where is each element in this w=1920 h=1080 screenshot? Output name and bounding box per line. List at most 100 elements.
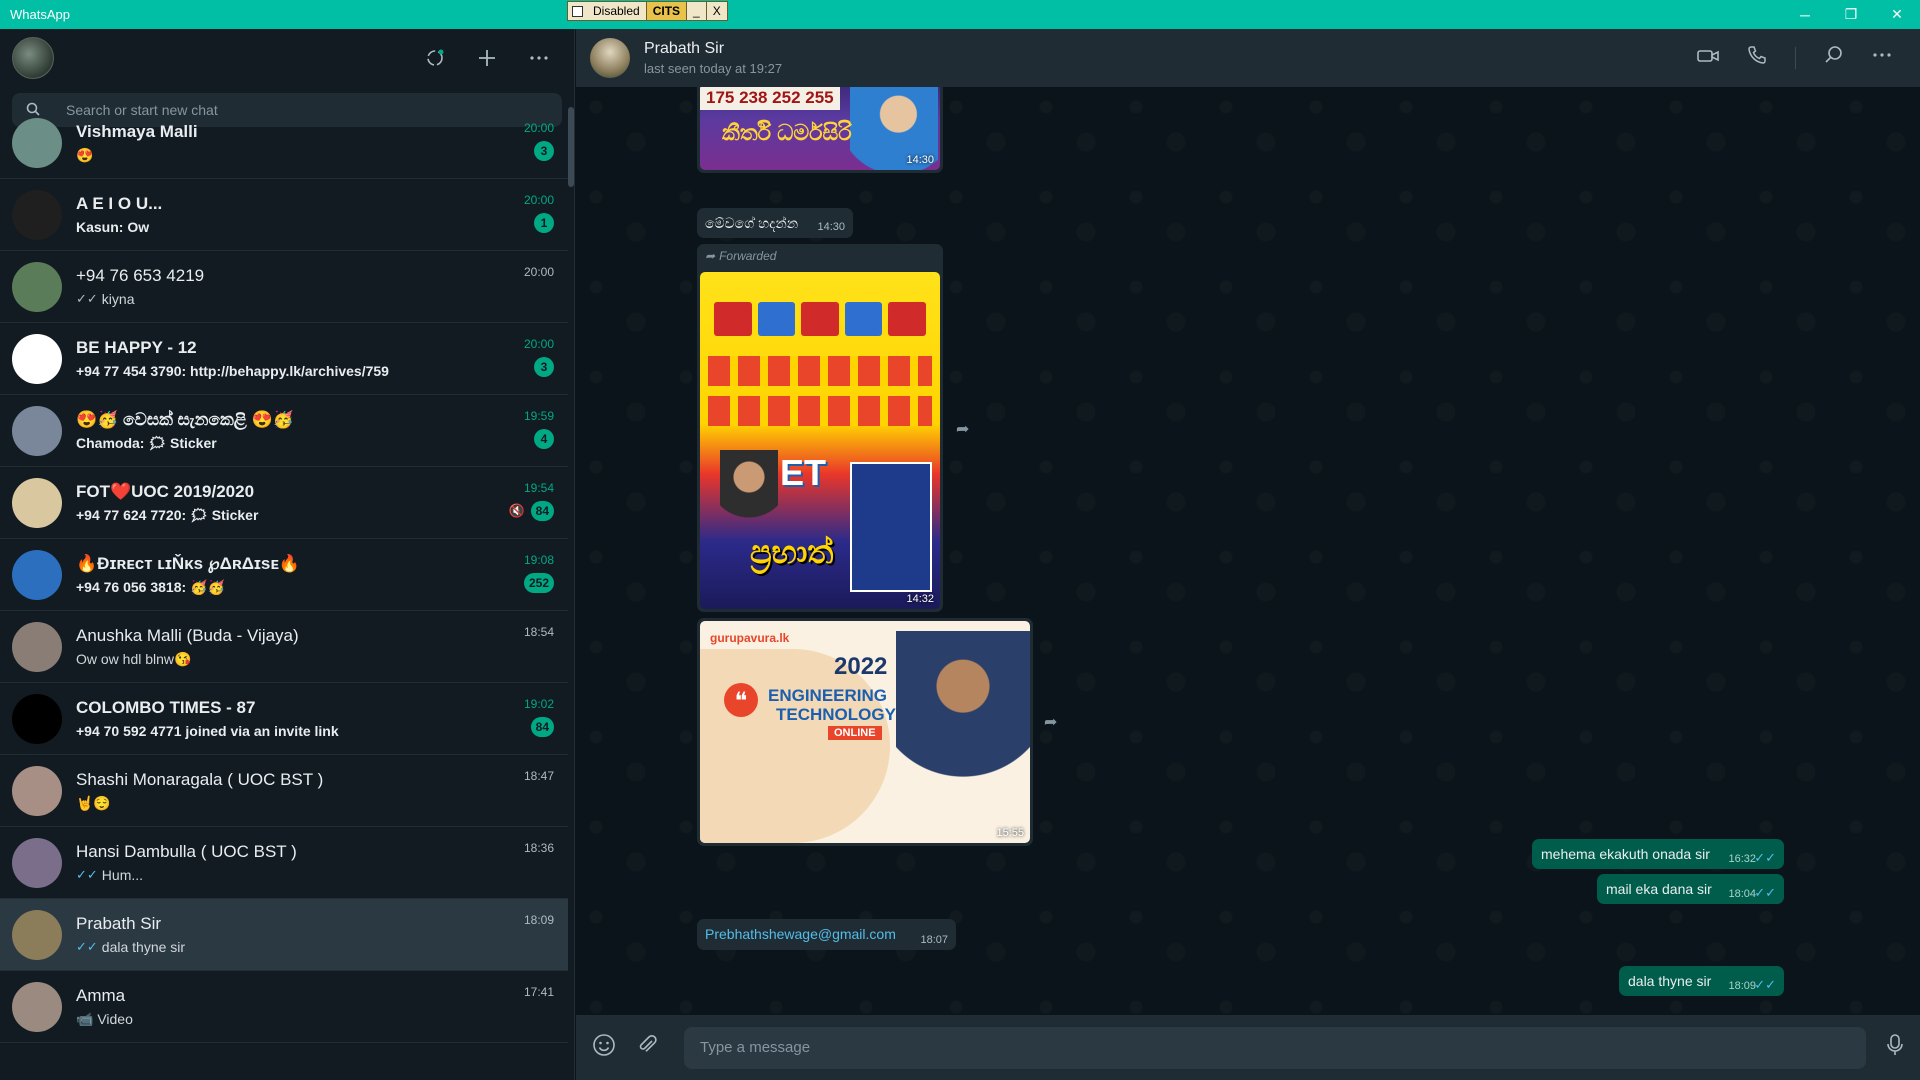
chat-avatar bbox=[12, 909, 62, 960]
image-thumbnail[interactable]: ET ප්‍රභාත් 14:32 bbox=[700, 272, 940, 609]
chat-last-message: +94 76 056 3818: 🥳🥳 bbox=[76, 579, 568, 596]
chat-list-item[interactable]: 🔥Đɪʀᴇᴄᴛ ʟɪŇᴋs ℘ΔʀΔɪsᴇ🔥 +94 76 056 3818: 🥳… bbox=[0, 539, 568, 611]
new-chat-icon[interactable] bbox=[476, 47, 498, 69]
chat-message-text: 📹 Video bbox=[76, 1010, 133, 1027]
email-message-bubble[interactable]: Prebhathshewage@gmail.com 18:07 bbox=[697, 919, 956, 950]
chat-list-item[interactable]: Prabath Sir ✓✓ dala thyne sir 18:09 bbox=[0, 899, 568, 971]
chat-time: 19:54 bbox=[523, 481, 554, 495]
menu-icon[interactable] bbox=[528, 47, 550, 69]
chat-list-item[interactable]: Shashi Monaragala ( UOC BST ) 🤘😌 18:47 bbox=[0, 755, 568, 827]
chat-message-text: 🤘😌 bbox=[76, 794, 111, 811]
chat-meta: 19:54 🔇 84 bbox=[508, 481, 554, 521]
app-title: WhatsApp bbox=[10, 7, 70, 22]
forwarded-text: Forwarded bbox=[719, 249, 777, 263]
chat-meta: 20:00 bbox=[524, 265, 554, 279]
header-actions bbox=[1697, 45, 1892, 71]
chat-meta: 18:09 bbox=[524, 913, 554, 927]
chat-message-text: +94 77 454 3790: http://behappy.lk/archi… bbox=[76, 363, 389, 379]
chat-badge-row: 🔇 84 bbox=[508, 495, 554, 521]
chat-badge-row: 3 bbox=[524, 135, 554, 161]
outgoing-message-bubble[interactable]: dala thyne sir 18:09 ✓✓ bbox=[1619, 966, 1784, 996]
forwarded-image-bubble[interactable]: ➦ Forwarded ET ප්‍රභාත් 14:32 bbox=[697, 244, 943, 612]
message-time: 18:07 bbox=[920, 934, 948, 946]
image-thumbnail[interactable]: 175 238 252 255 කීර්ති ධර්මසිරි 14:30 bbox=[700, 87, 940, 170]
outgoing-message-bubble[interactable]: mail eka dana sir 18:04 ✓✓ bbox=[1597, 874, 1784, 904]
outgoing-message-bubble[interactable]: mehema ekakuth onada sir 16:32 ✓✓ bbox=[1532, 839, 1784, 869]
chat-avatar bbox=[12, 621, 62, 672]
forward-shortcut-icon[interactable]: ➦ bbox=[1044, 712, 1057, 732]
chat-list-item[interactable]: 😍🥳 වෙසක් සැනකෙළි 😍🥳 Chamoda: 🗯 Sticker 19:… bbox=[0, 395, 568, 467]
chat-name: FOT❤️UOC 2019/2020 bbox=[76, 481, 255, 501]
cits-close-button[interactable]: X bbox=[705, 2, 727, 20]
contact-info[interactable]: Prabath Sir last seen today at 19:27 bbox=[644, 40, 782, 76]
text-message-bubble[interactable]: මේවගේ හදන්න 14:30 bbox=[697, 208, 853, 238]
chat-time: 19:02 bbox=[523, 697, 554, 711]
message-text: මේවගේ හදන්න bbox=[705, 215, 799, 231]
unread-badge: 3 bbox=[534, 141, 554, 161]
chat-list-item[interactable]: Anushka Malli (Buda - Vijaya) Ow ow hdl b… bbox=[0, 611, 568, 683]
cits-checkbox[interactable] bbox=[572, 5, 583, 17]
message-time: 18:04 bbox=[1728, 888, 1756, 900]
image-message-bubble[interactable]: gurupavura.lk ❝ 2022 ENGINEERING TECHNOL… bbox=[697, 618, 1033, 846]
minimize-button[interactable]: ─ bbox=[1782, 0, 1828, 29]
chat-badge-row: 84 bbox=[524, 711, 554, 737]
unread-badge: 3 bbox=[534, 357, 554, 377]
conversation-header[interactable]: Prabath Sir last seen today at 19:27 bbox=[576, 29, 1920, 87]
chat-time: 19:59 bbox=[523, 409, 554, 423]
forward-shortcut-icon[interactable]: ➦ bbox=[956, 419, 969, 439]
chat-list: Vishmaya Malli 😍 20:00 3 A E I O U... Kasun: … bbox=[0, 107, 568, 1051]
message-area[interactable]: 175 238 252 255 කීර්ති ධර්මසිරි 14:30 මේ… bbox=[576, 87, 1920, 1015]
cits-status: Disabled bbox=[593, 4, 640, 18]
chat-name: A E I O U... bbox=[76, 194, 163, 213]
chat-meta: 18:54 bbox=[524, 625, 554, 639]
unread-badge: 252 bbox=[523, 573, 554, 593]
attach-icon[interactable] bbox=[636, 1034, 658, 1062]
message-text: mail eka dana sir bbox=[1606, 881, 1712, 897]
window-controls: ─ ❐ ✕ bbox=[1782, 0, 1920, 29]
forwarded-label: ➦ Forwarded bbox=[705, 249, 776, 263]
chat-list-item[interactable]: Vishmaya Malli 😍 20:00 3 bbox=[0, 107, 568, 179]
read-receipt-icon: ✓✓ bbox=[1754, 977, 1776, 992]
chat-list-scrollbar[interactable] bbox=[568, 107, 574, 187]
chat-name: 🔥Đɪʀᴇᴄᴛ ʟɪŇᴋs ℘ΔʀΔɪsᴇ🔥 bbox=[76, 553, 301, 573]
chat-last-message: Ow ow hdl blnw😘 bbox=[76, 651, 568, 668]
unread-badge: 84 bbox=[530, 501, 554, 521]
chat-meta: 19:08 252 bbox=[523, 553, 554, 593]
emoji-icon[interactable] bbox=[592, 1033, 616, 1063]
chat-message-text: kiyna bbox=[101, 291, 135, 307]
voice-call-icon[interactable] bbox=[1747, 45, 1767, 71]
more-options-icon[interactable] bbox=[1872, 45, 1892, 71]
message-time: 14:32 bbox=[906, 593, 934, 605]
chat-name: COLOMBO TIMES - 87 bbox=[76, 698, 256, 717]
chat-last-message: +94 70 592 4771 joined via an invite lin… bbox=[76, 723, 568, 739]
chat-list-item[interactable]: A E I O U... Kasun: Ow 20:00 1 bbox=[0, 179, 568, 251]
search-messages-icon[interactable] bbox=[1824, 45, 1844, 71]
chat-meta: 18:47 bbox=[524, 769, 554, 783]
contact-status: last seen today at 19:27 bbox=[644, 61, 783, 76]
image-message-bubble[interactable]: 175 238 252 255 කීර්ති ධර්මසිරි 14:30 bbox=[697, 87, 943, 173]
microphone-icon[interactable] bbox=[1886, 1033, 1904, 1063]
chat-body: COLOMBO TIMES - 87 +94 70 592 4771 joined… bbox=[76, 698, 568, 739]
chat-last-message: ✓✓ dala thyne sir bbox=[76, 939, 568, 955]
chat-list-item[interactable]: +94 76 653 4219 ✓✓ kiyna 20:00 bbox=[0, 251, 568, 323]
contact-avatar[interactable] bbox=[590, 38, 630, 78]
maximize-button[interactable]: ❐ bbox=[1828, 0, 1874, 29]
chat-list-item[interactable]: Amma 📹 Video 17:41 bbox=[0, 971, 568, 1043]
my-avatar[interactable] bbox=[12, 37, 54, 79]
chat-list-item[interactable]: Hansi Dambulla ( UOC BST ) ✓✓ Hum... 18:36 bbox=[0, 827, 568, 899]
chat-body: Prabath Sir ✓✓ dala thyne sir bbox=[76, 914, 568, 955]
chat-time: 18:09 bbox=[523, 913, 554, 927]
image-thumbnail[interactable]: gurupavura.lk ❝ 2022 ENGINEERING TECHNOL… bbox=[700, 621, 1030, 843]
status-icon[interactable] bbox=[424, 47, 446, 69]
cits-minimize-button[interactable]: _ bbox=[686, 2, 706, 20]
video-call-icon[interactable] bbox=[1697, 47, 1719, 70]
chat-list-item[interactable]: COLOMBO TIMES - 87 +94 70 592 4771 joined… bbox=[0, 683, 568, 755]
email-link[interactable]: Prebhathshewage@gmail.com bbox=[705, 926, 896, 942]
contact-name: Prabath Sir bbox=[644, 40, 725, 57]
chat-list-item[interactable]: FOT❤️UOC 2019/2020 +94 77 624 7720: 🗯 Sti… bbox=[0, 467, 568, 539]
muted-icon: 🔇 bbox=[508, 503, 525, 518]
message-input[interactable] bbox=[684, 1026, 1866, 1069]
chat-list-item[interactable]: BE HAPPY - 12 +94 77 454 3790: http://beh… bbox=[0, 323, 568, 395]
close-button[interactable]: ✕ bbox=[1874, 0, 1920, 29]
chat-meta: 18:36 bbox=[524, 841, 554, 855]
